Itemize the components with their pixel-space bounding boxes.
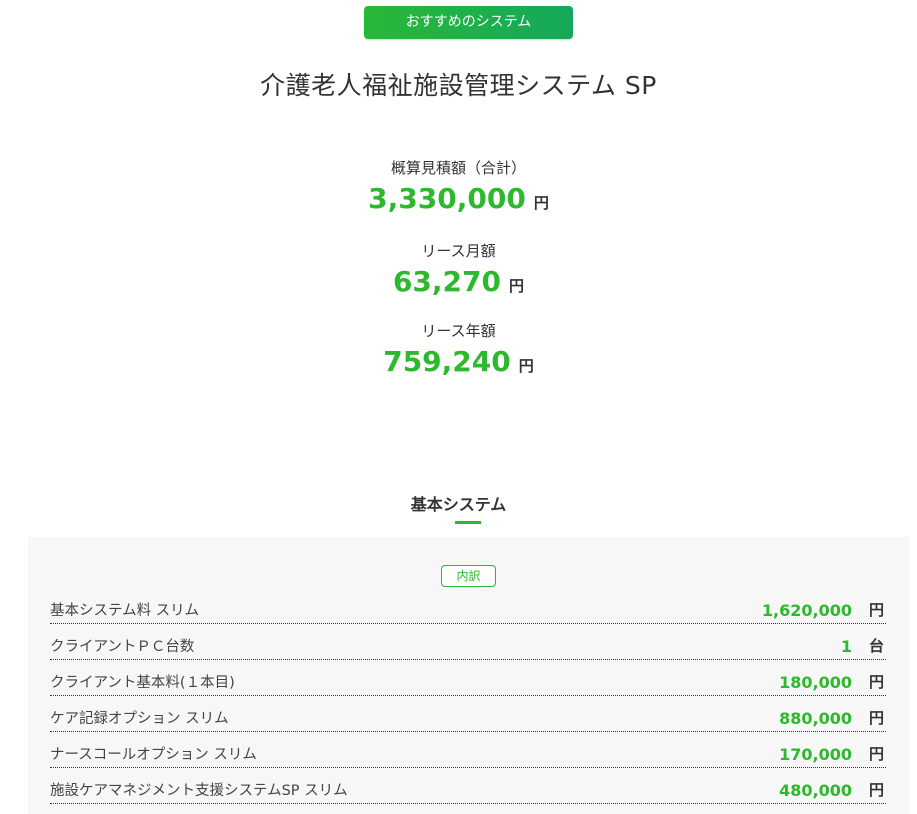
lease-yearly: リース年額 759,240 円 [0,320,917,378]
estimate-total-unit: 円 [533,194,549,212]
item-value: 480,000 [779,781,852,800]
item-label: クライアントＰＣ台数 [50,639,195,655]
section-title: 基本システム [410,495,507,514]
estimate-total-value: 3,330,000 [368,182,526,215]
item-unit: 円 [868,601,884,619]
lease-monthly-value: 63,270 [392,265,502,298]
estimate-total: 概算見積額（合計） 3,330,000 円 [0,157,917,215]
lease-monthly-label: リース月額 [421,242,496,260]
item-unit: 台 [868,637,884,655]
item-value: 180,000 [779,673,852,692]
item-value: 880,000 [779,709,852,728]
lease-monthly: リース月額 63,270 円 [0,240,917,298]
product-title: 介護老人福祉施設管理システム SP [260,71,657,100]
list-item: ナースコールオプション スリム 170,000 円 [50,739,886,768]
section-underline [455,521,481,524]
item-value: 170,000 [779,745,852,764]
list-item: ケア記録オプション スリム 880,000 円 [50,703,886,732]
list-item: クライアントＰＣ台数 1 台 [50,631,886,660]
item-label: 施設ケアマネジメント支援システムSP スリム [50,783,348,799]
item-label: 基本システム料 スリム [50,603,200,619]
lease-yearly-unit: 円 [518,357,534,375]
list-item: 施設ケアマネジメント支援システムSP スリム 480,000 円 [50,775,886,804]
breakdown-tag: 内訳 [441,565,496,587]
item-label: クライアント基本料(１本目) [50,675,235,691]
item-label: ケア記録オプション スリム [50,711,229,727]
item-unit: 円 [868,673,884,691]
item-unit: 円 [868,781,884,799]
item-value: 1 [840,637,852,656]
list-item: クライアント基本料(１本目) 180,000 円 [50,667,886,696]
lease-yearly-label: リース年額 [421,322,496,340]
lease-yearly-value: 759,240 [383,345,511,378]
lease-monthly-unit: 円 [509,277,525,295]
recommended-system-badge: おすすめのシステム [364,6,573,39]
item-unit: 円 [868,745,884,763]
item-unit: 円 [868,709,884,727]
list-item: 基本システム料 スリム 1,620,000 円 [50,595,886,624]
item-label: ナースコールオプション スリム [50,747,257,763]
breakdown-panel: 内訳 基本システム料 スリム 1,620,000 円 クライアントＰＣ台数 1 … [28,537,909,814]
item-value: 1,620,000 [761,601,852,620]
estimate-total-label: 概算見積額（合計） [390,159,526,177]
